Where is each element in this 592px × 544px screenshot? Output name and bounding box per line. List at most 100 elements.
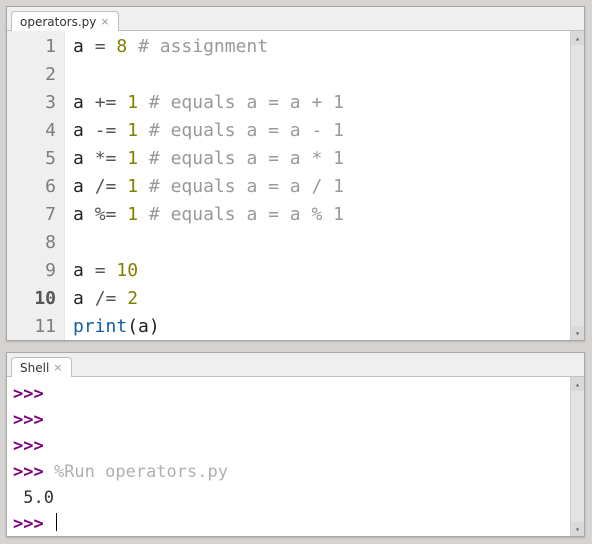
shell-text bbox=[44, 514, 54, 534]
code-token: += bbox=[95, 92, 117, 113]
code-token: 1 bbox=[127, 120, 138, 141]
code-token bbox=[138, 204, 149, 225]
code-token: a bbox=[73, 120, 95, 141]
code-token bbox=[106, 36, 117, 57]
code-token bbox=[116, 92, 127, 113]
code-editor[interactable]: 1234567891011 a = 8 # assignmenta += 1 #… bbox=[7, 31, 570, 340]
code-token: 1 bbox=[127, 148, 138, 169]
code-area[interactable]: a = 8 # assignmenta += 1 # equals a = a … bbox=[65, 31, 570, 340]
code-token: a bbox=[73, 36, 95, 57]
code-token: = bbox=[95, 36, 106, 57]
code-token bbox=[116, 148, 127, 169]
code-line[interactable]: a %= 1 # equals a = a % 1 bbox=[73, 201, 570, 229]
code-token: # equals a = a + 1 bbox=[149, 92, 344, 113]
line-number: 1 bbox=[7, 33, 56, 61]
code-token: a bbox=[73, 288, 95, 309]
code-token bbox=[116, 176, 127, 197]
line-number: 5 bbox=[7, 145, 56, 173]
line-number: 6 bbox=[7, 173, 56, 201]
code-line[interactable]: a = 8 # assignment bbox=[73, 33, 570, 61]
code-token bbox=[116, 288, 127, 309]
code-token: # equals a = a / 1 bbox=[149, 176, 344, 197]
code-token: 8 bbox=[116, 36, 127, 57]
line-number: 7 bbox=[7, 201, 56, 229]
code-token: # equals a = a - 1 bbox=[149, 120, 344, 141]
line-number: 9 bbox=[7, 257, 56, 285]
code-token: /= bbox=[95, 176, 117, 197]
code-token bbox=[116, 204, 127, 225]
code-token bbox=[127, 36, 138, 57]
scroll-down-icon[interactable]: ▾ bbox=[571, 326, 584, 340]
editor-tab-operators[interactable]: operators.py × bbox=[11, 11, 119, 31]
code-line[interactable] bbox=[73, 61, 570, 89]
shell-prompt-line: >>> %Run operators.py bbox=[13, 459, 564, 485]
shell-tab[interactable]: Shell × bbox=[11, 357, 72, 377]
editor-scrollbar[interactable]: ▴ ▾ bbox=[570, 31, 584, 340]
code-token: a bbox=[73, 260, 95, 281]
close-icon[interactable]: × bbox=[53, 362, 62, 373]
close-icon[interactable]: × bbox=[100, 16, 109, 27]
shell-content: >>>>>>>>>>>> %Run operators.py 5.0>>> ▴ … bbox=[7, 377, 584, 536]
code-token: 2 bbox=[127, 288, 138, 309]
shell-output[interactable]: >>>>>>>>>>>> %Run operators.py 5.0>>> bbox=[7, 377, 570, 536]
line-number-gutter: 1234567891011 bbox=[7, 31, 65, 340]
code-token: # equals a = a * 1 bbox=[149, 148, 344, 169]
shell-tabbar: Shell × bbox=[7, 353, 584, 377]
prompt-icon: >>> bbox=[13, 384, 44, 404]
shell-prompt-line: >>> bbox=[13, 407, 564, 433]
code-token bbox=[138, 148, 149, 169]
line-number: 11 bbox=[7, 313, 56, 340]
code-token: (a) bbox=[127, 316, 160, 337]
editor-pane: operators.py × 1234567891011 a = 8 # ass… bbox=[6, 6, 585, 341]
prompt-icon: >>> bbox=[13, 436, 44, 456]
code-line[interactable]: a /= 1 # equals a = a / 1 bbox=[73, 173, 570, 201]
code-line[interactable]: a /= 2 bbox=[73, 285, 570, 313]
code-line[interactable] bbox=[73, 229, 570, 257]
prompt-icon: >>> bbox=[13, 410, 44, 430]
shell-pane: Shell × >>>>>>>>>>>> %Run operators.py 5… bbox=[6, 352, 585, 537]
shell-prompt-line: >>> bbox=[13, 511, 564, 536]
code-token: 1 bbox=[127, 176, 138, 197]
code-token: 1 bbox=[127, 92, 138, 113]
line-number: 10 bbox=[7, 285, 56, 313]
shell-prompt-line: >>> bbox=[13, 381, 564, 407]
scroll-up-icon[interactable]: ▴ bbox=[571, 377, 584, 391]
shell-text: %Run operators.py bbox=[44, 462, 228, 482]
prompt-icon: >>> bbox=[13, 514, 44, 534]
code-token: a bbox=[73, 92, 95, 113]
code-token: *= bbox=[95, 148, 117, 169]
editor-content: 1234567891011 a = 8 # assignmenta += 1 #… bbox=[7, 31, 584, 340]
code-line[interactable]: a -= 1 # equals a = a - 1 bbox=[73, 117, 570, 145]
code-token: -= bbox=[95, 120, 117, 141]
code-token: %= bbox=[95, 204, 117, 225]
code-line[interactable]: a += 1 # equals a = a + 1 bbox=[73, 89, 570, 117]
code-line[interactable]: print(a) bbox=[73, 313, 570, 340]
shell-text: 5.0 bbox=[13, 488, 54, 508]
scroll-down-icon[interactable]: ▾ bbox=[571, 522, 584, 536]
code-token: a bbox=[73, 148, 95, 169]
shell-prompt-line: >>> bbox=[13, 433, 564, 459]
code-token: 1 bbox=[127, 204, 138, 225]
code-token bbox=[138, 120, 149, 141]
code-token: = bbox=[95, 260, 106, 281]
code-token: print bbox=[73, 316, 127, 337]
line-number: 4 bbox=[7, 117, 56, 145]
code-token bbox=[138, 92, 149, 113]
text-cursor bbox=[56, 513, 57, 531]
code-line[interactable]: a = 10 bbox=[73, 257, 570, 285]
code-token: /= bbox=[95, 288, 117, 309]
code-token: a bbox=[73, 176, 95, 197]
editor-tabbar: operators.py × bbox=[7, 7, 584, 31]
prompt-icon: >>> bbox=[13, 462, 44, 482]
scroll-up-icon[interactable]: ▴ bbox=[571, 31, 584, 45]
code-line[interactable]: a *= 1 # equals a = a * 1 bbox=[73, 145, 570, 173]
shell-scrollbar[interactable]: ▴ ▾ bbox=[570, 377, 584, 536]
code-token: # equals a = a % 1 bbox=[149, 204, 344, 225]
code-token: 10 bbox=[116, 260, 138, 281]
code-token bbox=[138, 176, 149, 197]
line-number: 8 bbox=[7, 229, 56, 257]
editor-tab-label: operators.py bbox=[20, 15, 96, 29]
shell-tab-label: Shell bbox=[20, 361, 49, 375]
line-number: 2 bbox=[7, 61, 56, 89]
code-token: # assignment bbox=[138, 36, 268, 57]
